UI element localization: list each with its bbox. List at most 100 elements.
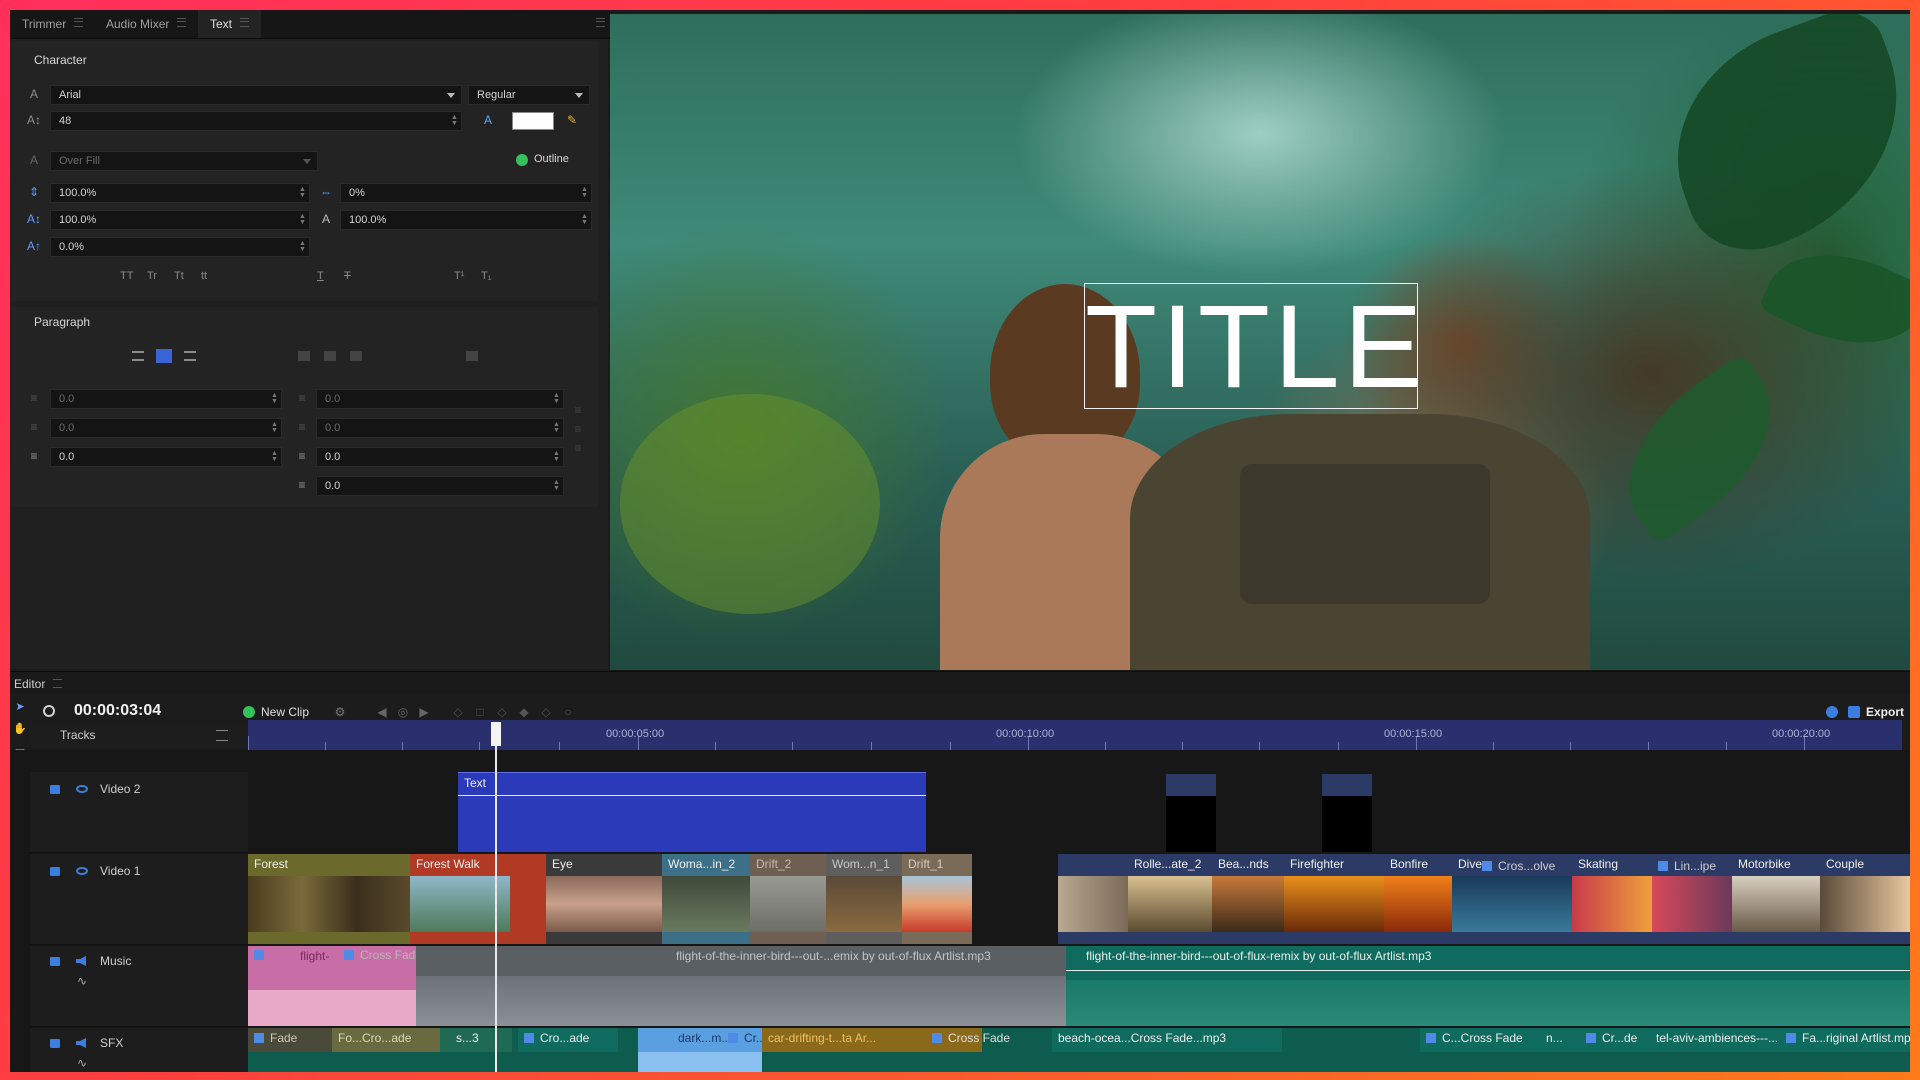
indent-left-input[interactable]: 0.0 ▲ ▼: [50, 389, 282, 409]
video-clip[interactable]: Firefighter: [1284, 854, 1384, 944]
tab-trimmer[interactable]: Trimmer: [10, 10, 95, 38]
playhead-line[interactable]: [495, 722, 497, 1072]
playhead-handle[interactable]: [491, 722, 501, 746]
eye-icon[interactable]: [76, 785, 88, 793]
video-clip[interactable]: Skating: [1572, 854, 1652, 944]
font-family-select[interactable]: Arial: [50, 85, 462, 105]
lock-icon[interactable]: [50, 957, 60, 966]
video-clip[interactable]: [1058, 854, 1128, 944]
speaker-icon[interactable]: [76, 1038, 86, 1048]
tab-menu-icon[interactable]: [240, 18, 250, 27]
video-clip[interactable]: Forest Walk: [410, 854, 546, 944]
add-outline-icon[interactable]: [516, 154, 528, 166]
lowercase-button[interactable]: tt: [201, 270, 207, 282]
transition-badge[interactable]: Lin...ipe: [1658, 859, 1716, 873]
transition-badge[interactable]: Cros...olve: [1482, 859, 1555, 873]
align-center-icon[interactable]: [156, 349, 172, 363]
sfx-clip[interactable]: Fade: [248, 1028, 332, 1052]
new-clip-button[interactable]: New Clip: [261, 705, 309, 719]
video-clip[interactable]: Couple: [1820, 854, 1910, 944]
justify-right-icon[interactable]: [350, 351, 362, 361]
keyframe-next-icon[interactable]: ◇: [538, 705, 554, 719]
vertical-align-bottom-icon[interactable]: ≡: [570, 441, 586, 455]
text-color-icon[interactable]: A: [480, 113, 496, 127]
sfx-clip[interactable]: tel-aviv-ambiences---...: [1650, 1028, 1780, 1052]
video-clip[interactable]: Drift_2: [750, 854, 826, 944]
video-clip[interactable]: Rolle...ate_2: [1128, 854, 1212, 944]
video-preview[interactable]: TITLE: [610, 14, 1910, 670]
stepper-icon[interactable]: ▲ ▼: [299, 240, 306, 253]
track-header-video1[interactable]: Video 1: [30, 854, 248, 945]
subscript-button[interactable]: T₁: [481, 270, 491, 282]
sfx-clip[interactable]: s...3: [440, 1028, 512, 1052]
stepper-icon[interactable]: ▲ ▼: [299, 186, 306, 199]
export-button[interactable]: Export: [1866, 705, 1904, 719]
baseline-shift-input[interactable]: 0.0% ▲ ▼: [50, 237, 310, 257]
keyframe-icon[interactable]: ◇: [450, 705, 466, 719]
tab-audio-mixer[interactable]: Audio Mixer: [94, 10, 198, 38]
tab-menu-icon[interactable]: [53, 679, 63, 688]
snap-icon[interactable]: ⚙: [332, 705, 348, 719]
justify-left-icon[interactable]: [298, 351, 310, 361]
tracking-input[interactable]: 0% ▲ ▼: [340, 183, 592, 203]
volume-line[interactable]: [1066, 970, 1910, 971]
eyedropper-icon[interactable]: ✎: [564, 113, 580, 127]
stepper-icon[interactable]: ▲ ▼: [271, 421, 278, 434]
stepper-icon[interactable]: ▲ ▼: [553, 450, 560, 463]
tab-editor[interactable]: Editor: [14, 672, 63, 696]
sfx-clip[interactable]: Cr...de: [1580, 1028, 1650, 1052]
sfx-clip[interactable]: Cro...ade: [518, 1028, 618, 1052]
title-text-overlay[interactable]: TITLE: [1084, 283, 1422, 410]
next-frame-icon[interactable]: ▶: [416, 705, 432, 719]
sfx-clip[interactable]: n...: [1540, 1028, 1580, 1052]
fill-mode-select[interactable]: Over Fill: [50, 151, 318, 171]
tracks-menu-icon[interactable]: [216, 730, 228, 741]
fill-color-swatch[interactable]: [512, 112, 554, 130]
previous-frame-icon[interactable]: ◀: [374, 705, 390, 719]
tsume-input[interactable]: 100.0% ▲ ▼: [340, 210, 592, 230]
tab-menu-icon[interactable]: [177, 18, 187, 27]
superscript-button[interactable]: T¹: [454, 270, 464, 282]
black-clip[interactable]: [1166, 774, 1216, 852]
black-clip[interactable]: [1322, 774, 1372, 852]
eye-icon[interactable]: [76, 867, 88, 875]
text-clip[interactable]: Text: [458, 772, 926, 852]
outline-button[interactable]: Outline: [534, 153, 569, 165]
stepper-icon[interactable]: ▲ ▼: [581, 186, 588, 199]
video-clip[interactable]: Lin...ipe: [1652, 854, 1732, 944]
strikethrough-button[interactable]: T: [344, 270, 351, 282]
stepper-icon[interactable]: ▲ ▼: [581, 213, 588, 226]
help-icon[interactable]: [1826, 706, 1838, 718]
stop-icon[interactable]: □: [472, 705, 488, 719]
video-clip[interactable]: Wom...n_1: [826, 854, 902, 944]
paragraph-spacing-input[interactable]: 0.0 ▲ ▼: [316, 476, 564, 496]
stepper-icon[interactable]: ▲ ▼: [553, 392, 560, 405]
first-line-indent-input[interactable]: 0.0 ▲ ▼: [50, 418, 282, 438]
stepper-icon[interactable]: ▲ ▼: [553, 421, 560, 434]
track-header-sfx[interactable]: SFX ∿: [30, 1028, 248, 1072]
sfx-clip[interactable]: Fa...riginal Artlist.mp3: [1780, 1028, 1910, 1052]
track-header-video2[interactable]: Video 2: [30, 772, 248, 853]
space-after-input[interactable]: 0.0 ▲ ▼: [316, 447, 564, 467]
sfx-clip[interactable]: C...Cross Fade: [1420, 1028, 1540, 1052]
sfx-clip[interactable]: Fo...Cro...ade: [332, 1028, 440, 1052]
vertical-scale-input[interactable]: 100.0% ▲ ▼: [50, 183, 310, 203]
track-header-music[interactable]: Music ∿: [30, 946, 248, 1027]
video-clip[interactable]: Bonfire: [1384, 854, 1452, 944]
line-spacing-input[interactable]: 0.0 ▲ ▼: [50, 447, 282, 467]
play-icon[interactable]: ◎: [395, 705, 411, 719]
horizontal-scale-input[interactable]: 100.0% ▲ ▼: [50, 210, 310, 230]
lock-icon[interactable]: [50, 1039, 60, 1048]
justify-center-icon[interactable]: [324, 351, 336, 361]
music-clip[interactable]: flight-of-the-inner-bird---out-...emix b…: [416, 946, 1066, 1026]
select-tool-icon[interactable]: ➤: [12, 699, 28, 715]
stepper-icon[interactable]: ▲ ▼: [299, 213, 306, 226]
align-left-icon[interactable]: [132, 351, 144, 361]
underline-button[interactable]: T: [317, 270, 324, 282]
video-clip[interactable]: Woma...in_2: [662, 854, 750, 944]
all-caps-button[interactable]: TT: [120, 270, 133, 282]
small-caps-button[interactable]: Tr: [147, 270, 157, 282]
video-clip[interactable]: Motorbike: [1732, 854, 1820, 944]
sfx-clip[interactable]: beach-ocea...Cross Fade...mp3: [1052, 1028, 1282, 1052]
transition-badge[interactable]: Cross Fade: [344, 948, 422, 962]
